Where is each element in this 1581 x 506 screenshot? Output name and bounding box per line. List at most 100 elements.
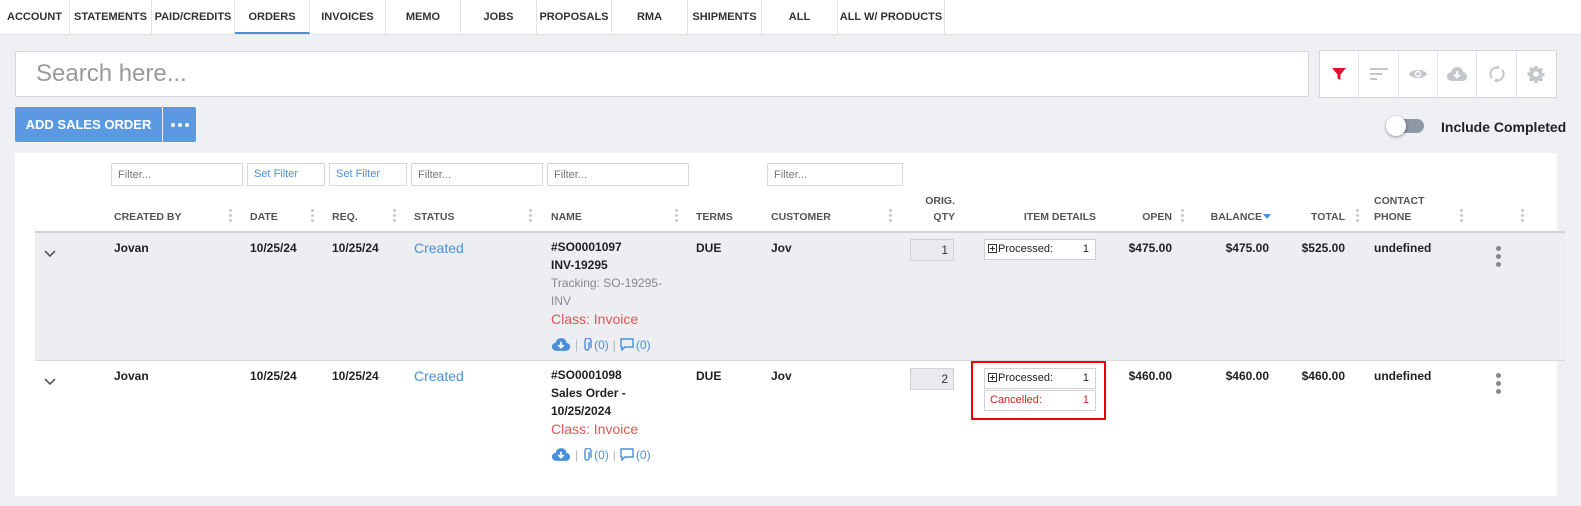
row-actions: | (0) | (0)	[551, 447, 651, 462]
column-header-name[interactable]: NAME	[551, 211, 582, 223]
column-header-created-by[interactable]: CREATED BY	[114, 211, 181, 223]
tab-rma[interactable]: RMA	[612, 0, 688, 34]
status-cell[interactable]: Created	[414, 240, 464, 256]
column-resize-handle[interactable]	[311, 209, 314, 224]
cloud-download-icon[interactable]	[551, 337, 571, 352]
comment-icon[interactable]	[620, 338, 634, 351]
processed-label: Processed:	[998, 372, 1054, 384]
filter-status[interactable]	[411, 163, 543, 186]
filter-customer[interactable]	[767, 163, 903, 186]
column-resize-handle[interactable]	[1356, 209, 1359, 224]
sync-icon	[1489, 65, 1505, 83]
name-cell: #SO0001098 Sales Order - 10/25/2024 Clas…	[551, 366, 638, 438]
column-header-total[interactable]: TOTAL	[1290, 211, 1345, 223]
expand-icon	[988, 244, 997, 253]
column-header-open[interactable]: OPEN	[1120, 211, 1172, 223]
column-header-item-details[interactable]: ITEM DETAILS	[995, 211, 1096, 223]
view-button[interactable]	[1399, 51, 1439, 97]
tab-account[interactable]: ACCOUNT	[0, 0, 70, 34]
column-header-customer[interactable]: CUSTOMER	[771, 211, 831, 223]
tab-shipments[interactable]: SHIPMENTS	[688, 0, 762, 34]
column-resize-handle[interactable]	[1460, 209, 1463, 224]
created-by-cell: Jovan	[114, 241, 149, 255]
total-cell: $525.00	[1301, 241, 1345, 255]
sort-button[interactable]	[1359, 51, 1399, 97]
open-cell: $460.00	[1128, 369, 1172, 383]
terms-cell: DUE	[696, 241, 722, 255]
filter-req[interactable]: Set Filter	[329, 163, 407, 186]
attachment-count[interactable]: (0)	[594, 338, 609, 352]
column-header-req[interactable]: REQ.	[332, 211, 358, 223]
row-menu-icon[interactable]	[1496, 373, 1501, 397]
tab-orders[interactable]: ORDERS	[235, 0, 310, 34]
more-actions-button[interactable]	[163, 107, 196, 142]
search-input[interactable]	[15, 51, 1309, 97]
comment-count[interactable]: (0)	[636, 338, 651, 352]
order-number[interactable]: #SO0001098	[551, 366, 638, 384]
cloud-download-icon[interactable]	[551, 447, 571, 462]
row-actions: | (0) | (0)	[551, 337, 651, 352]
include-completed-toggle[interactable]	[1386, 116, 1424, 136]
processed-count: 1	[1082, 372, 1089, 384]
refresh-button[interactable]	[1477, 51, 1517, 97]
date-cell: 10/25/24	[250, 241, 297, 255]
chevron-down-icon[interactable]	[44, 250, 56, 258]
column-resize-handle[interactable]	[393, 209, 396, 224]
contact-phone-cell: undefined	[1374, 369, 1432, 383]
tab-invoices[interactable]: INVOICES	[310, 0, 386, 34]
divider: |	[575, 337, 579, 352]
divider: |	[575, 447, 579, 462]
tracking-line1: Tracking: SO-19295-	[551, 276, 662, 290]
order-number[interactable]: #SO0001097	[551, 238, 662, 256]
tab-all-with-products[interactable]: ALL W/ PRODUCTS	[838, 0, 945, 34]
comment-count[interactable]: (0)	[636, 448, 651, 462]
add-sales-order-button[interactable]: ADD SALES ORDER	[15, 107, 162, 142]
export-button[interactable]	[1438, 51, 1478, 97]
order-name-line2: 10/25/2024	[551, 404, 612, 418]
attachment-count[interactable]: (0)	[594, 448, 609, 462]
paperclip-icon[interactable]	[582, 337, 592, 352]
created-by-cell: Jovan	[114, 369, 149, 383]
filter-date[interactable]: Set Filter	[247, 163, 325, 186]
filter-created-by[interactable]	[111, 163, 243, 186]
divider: |	[612, 337, 616, 352]
orig-qty-field: 2	[910, 368, 954, 390]
column-resize-handle[interactable]	[889, 209, 892, 224]
item-processed[interactable]: Processed: 1	[984, 239, 1096, 260]
paperclip-icon[interactable]	[582, 447, 592, 462]
item-cancelled[interactable]: Cancelled: 1	[984, 390, 1096, 411]
column-header-orig-qty-line1: ORIG.	[925, 195, 955, 207]
settings-button[interactable]	[1517, 51, 1556, 97]
status-cell[interactable]: Created	[414, 368, 464, 384]
row-menu-icon[interactable]	[1496, 246, 1501, 270]
cloud-download-icon	[1447, 67, 1468, 81]
column-header-status[interactable]: STATUS	[414, 211, 454, 223]
column-header-balance[interactable]: BALANCE	[1200, 211, 1262, 223]
date-cell: 10/25/24	[250, 369, 297, 383]
tab-all[interactable]: ALL	[762, 0, 838, 34]
column-resize-handle[interactable]	[675, 209, 678, 224]
tab-statements[interactable]: STATEMENTS	[70, 0, 152, 34]
filter-name[interactable]	[547, 163, 689, 186]
dot	[170, 122, 175, 127]
tab-memo[interactable]: MEMO	[386, 0, 461, 34]
comment-icon[interactable]	[620, 448, 634, 461]
column-resize-handle[interactable]	[1521, 209, 1524, 224]
grid-toolbar	[1319, 50, 1557, 98]
chevron-down-icon[interactable]	[44, 378, 56, 386]
column-header-orig-qty-line2: QTY	[933, 211, 955, 223]
tab-paid-credits[interactable]: PAID/CREDITS	[152, 0, 235, 34]
item-processed[interactable]: Processed: 1	[984, 368, 1096, 389]
column-header-contact-phone[interactable]: CONTACT PHONE	[1374, 195, 1425, 223]
column-header-terms[interactable]: TERMS	[696, 211, 733, 223]
filter-button[interactable]	[1320, 51, 1360, 97]
column-header-date[interactable]: DATE	[250, 211, 278, 223]
gear-icon	[1527, 66, 1545, 83]
tab-proposals[interactable]: PROPOSALS	[537, 0, 612, 34]
tab-jobs[interactable]: JOBS	[461, 0, 537, 34]
column-resize-handle[interactable]	[1181, 209, 1184, 224]
column-resize-handle[interactable]	[529, 209, 532, 224]
column-header-contact-line2: PHONE	[1374, 211, 1412, 223]
column-resize-handle[interactable]	[229, 209, 232, 224]
column-header-orig-qty[interactable]: ORIG. QTY	[905, 195, 955, 223]
